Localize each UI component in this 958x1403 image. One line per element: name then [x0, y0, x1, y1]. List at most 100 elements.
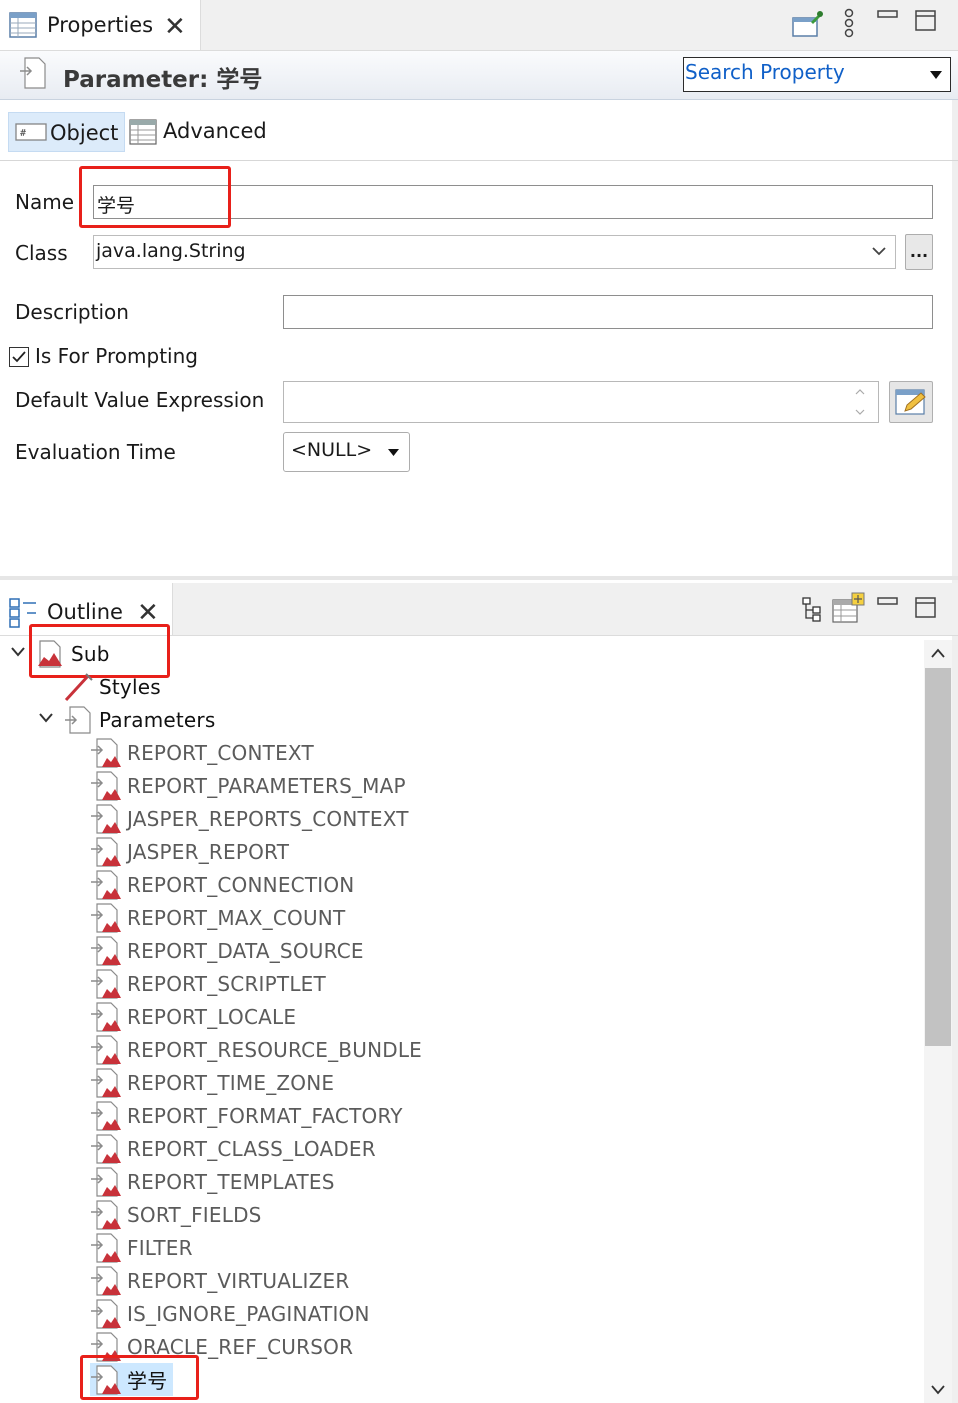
- tree-node-param[interactable]: FILTER: [90, 1231, 193, 1264]
- tree-label-param: REPORT_LOCALE: [127, 1004, 297, 1029]
- close-icon[interactable]: ✕: [137, 600, 159, 626]
- tree-label-param: FILTER: [127, 1235, 193, 1260]
- tab-object-label: Object: [50, 121, 119, 145]
- outline-table-icon[interactable]: [832, 592, 866, 624]
- prompting-checkbox[interactable]: [9, 347, 29, 367]
- tree-node-param[interactable]: REPORT_SCRIPTLET: [90, 967, 326, 1000]
- object-icon: #: [15, 123, 47, 141]
- scroll-thumb[interactable]: [925, 668, 951, 1046]
- edit-expression-icon: [895, 389, 926, 415]
- parameter-icon: [91, 1100, 121, 1131]
- tab-object[interactable]: # Object: [8, 112, 125, 152]
- chevron-down-icon: [872, 247, 886, 256]
- browse-class-label: ...: [909, 242, 929, 261]
- tree-label-param: REPORT_VIRTUALIZER: [127, 1268, 350, 1293]
- tree-node-styles[interactable]: Styles: [64, 670, 161, 703]
- tree-label-param: REPORT_PARAMETERS_MAP: [127, 773, 406, 798]
- parameter-icon: [91, 1166, 121, 1197]
- tree-node-param[interactable]: REPORT_LOCALE: [90, 1000, 296, 1033]
- scroll-arrows-icon[interactable]: [854, 386, 866, 418]
- tree-node-param[interactable]: REPORT_PARAMETERS_MAP: [90, 769, 406, 802]
- parameter-icon: [91, 1298, 121, 1329]
- tree-label-param: REPORT_MAX_COUNT: [127, 905, 346, 930]
- dropdown-arrow-icon: [930, 71, 942, 79]
- properties-tab[interactable]: Properties ✕: [0, 0, 201, 50]
- tree-node-param[interactable]: JASPER_REPORTS_CONTEXT: [90, 802, 409, 835]
- collapse-tree-icon[interactable]: [801, 597, 823, 623]
- highlight-box-name: [79, 166, 231, 228]
- properties-tab-label: Properties: [47, 13, 154, 37]
- minimize-icon[interactable]: [877, 597, 899, 607]
- parameter-icon: [91, 1001, 121, 1032]
- tree-label-param: JASPER_REPORT: [127, 839, 290, 864]
- tree-node-param[interactable]: REPORT_CONNECTION: [90, 868, 354, 901]
- minimize-icon[interactable]: [877, 10, 899, 20]
- tree-label-param: REPORT_FORMAT_FACTORY: [127, 1103, 403, 1128]
- expression-editor-button[interactable]: [889, 381, 933, 423]
- parameter-icon: [91, 803, 121, 834]
- scroll-up-icon[interactable]: [930, 647, 946, 659]
- default-value-label: Default Value Expression: [15, 388, 265, 412]
- class-combo-value: java.lang.String: [96, 240, 246, 262]
- dropdown-arrow-icon: [388, 449, 399, 456]
- tree-node-param[interactable]: REPORT_VIRTUALIZER: [90, 1264, 349, 1297]
- parameter-icon: [91, 968, 121, 999]
- parameter-icon: [91, 1034, 121, 1065]
- maximize-icon[interactable]: [915, 10, 937, 32]
- tree-label-param: REPORT_CLASS_LOADER: [127, 1136, 376, 1161]
- class-combo[interactable]: java.lang.String: [93, 235, 896, 269]
- eval-time-label: Evaluation Time: [15, 440, 176, 464]
- parameter-icon: [91, 836, 121, 867]
- tree-node-param[interactable]: REPORT_RESOURCE_BUNDLE: [90, 1033, 422, 1066]
- parameter-icon: [91, 935, 121, 966]
- tab-advanced[interactable]: Advanced: [163, 119, 267, 143]
- tree-label-parameters: Parameters: [99, 707, 216, 732]
- close-icon[interactable]: ✕: [164, 14, 186, 40]
- parameter-icon: [91, 1199, 121, 1230]
- parameter-icon: [20, 57, 46, 89]
- tree-label-param: REPORT_CONNECTION: [127, 872, 355, 897]
- tree-label-param: REPORT_TEMPLATES: [127, 1169, 335, 1194]
- highlight-box-param: [80, 1355, 199, 1400]
- window-edge: [952, 0, 958, 1403]
- advanced-icon[interactable]: [129, 119, 157, 145]
- tree-label-param: IS_IGNORE_PAGINATION: [127, 1301, 370, 1326]
- view-divider: [0, 576, 958, 580]
- default-value-field[interactable]: [283, 381, 879, 423]
- tree-label-param: JASPER_REPORTS_CONTEXT: [127, 806, 409, 831]
- chevron-down-icon[interactable]: [38, 712, 54, 724]
- prompting-label: Is For Prompting: [35, 344, 198, 368]
- eval-time-dropdown[interactable]: <NULL>: [283, 432, 410, 472]
- eval-time-value: <NULL>: [291, 439, 373, 461]
- tree-label-param: REPORT_DATA_SOURCE: [127, 938, 364, 963]
- tree-node-parameters[interactable]: Parameters: [64, 703, 215, 736]
- tree-node-param[interactable]: REPORT_MAX_COUNT: [90, 901, 345, 934]
- maximize-icon[interactable]: [915, 597, 937, 619]
- description-field[interactable]: [283, 295, 933, 329]
- parameter-icon: [91, 770, 121, 801]
- outline-tab-label: Outline: [47, 600, 123, 624]
- chevron-down-icon[interactable]: [10, 646, 26, 658]
- tree-node-param[interactable]: IS_IGNORE_PAGINATION: [90, 1297, 370, 1330]
- description-label: Description: [15, 300, 129, 324]
- search-property-label: Search Property: [685, 60, 845, 84]
- tree-node-param[interactable]: REPORT_TIME_ZONE: [90, 1066, 334, 1099]
- tree-node-param[interactable]: JASPER_REPORT: [90, 835, 289, 868]
- scroll-down-icon[interactable]: [930, 1384, 946, 1396]
- styles-brush-icon: [64, 672, 93, 701]
- tree-node-param[interactable]: REPORT_TEMPLATES: [90, 1165, 335, 1198]
- properties-icon: [9, 12, 37, 38]
- view-menu-icon[interactable]: [842, 8, 856, 40]
- tree-node-param[interactable]: REPORT_CLASS_LOADER: [90, 1132, 376, 1165]
- tree-node-param[interactable]: REPORT_DATA_SOURCE: [90, 934, 364, 967]
- tree-node-param[interactable]: SORT_FIELDS: [90, 1198, 262, 1231]
- tree-label-styles: Styles: [99, 674, 161, 699]
- browse-class-button[interactable]: ...: [905, 234, 933, 270]
- parameter-icon: [91, 1067, 121, 1098]
- tree-node-param[interactable]: REPORT_CONTEXT: [90, 736, 314, 769]
- pin-view-icon[interactable]: [792, 10, 824, 38]
- parameter-icon: [91, 737, 121, 768]
- tree-node-param[interactable]: REPORT_FORMAT_FACTORY: [90, 1099, 403, 1132]
- svg-text:#: #: [20, 128, 26, 139]
- search-property-dropdown[interactable]: Search Property: [683, 57, 951, 92]
